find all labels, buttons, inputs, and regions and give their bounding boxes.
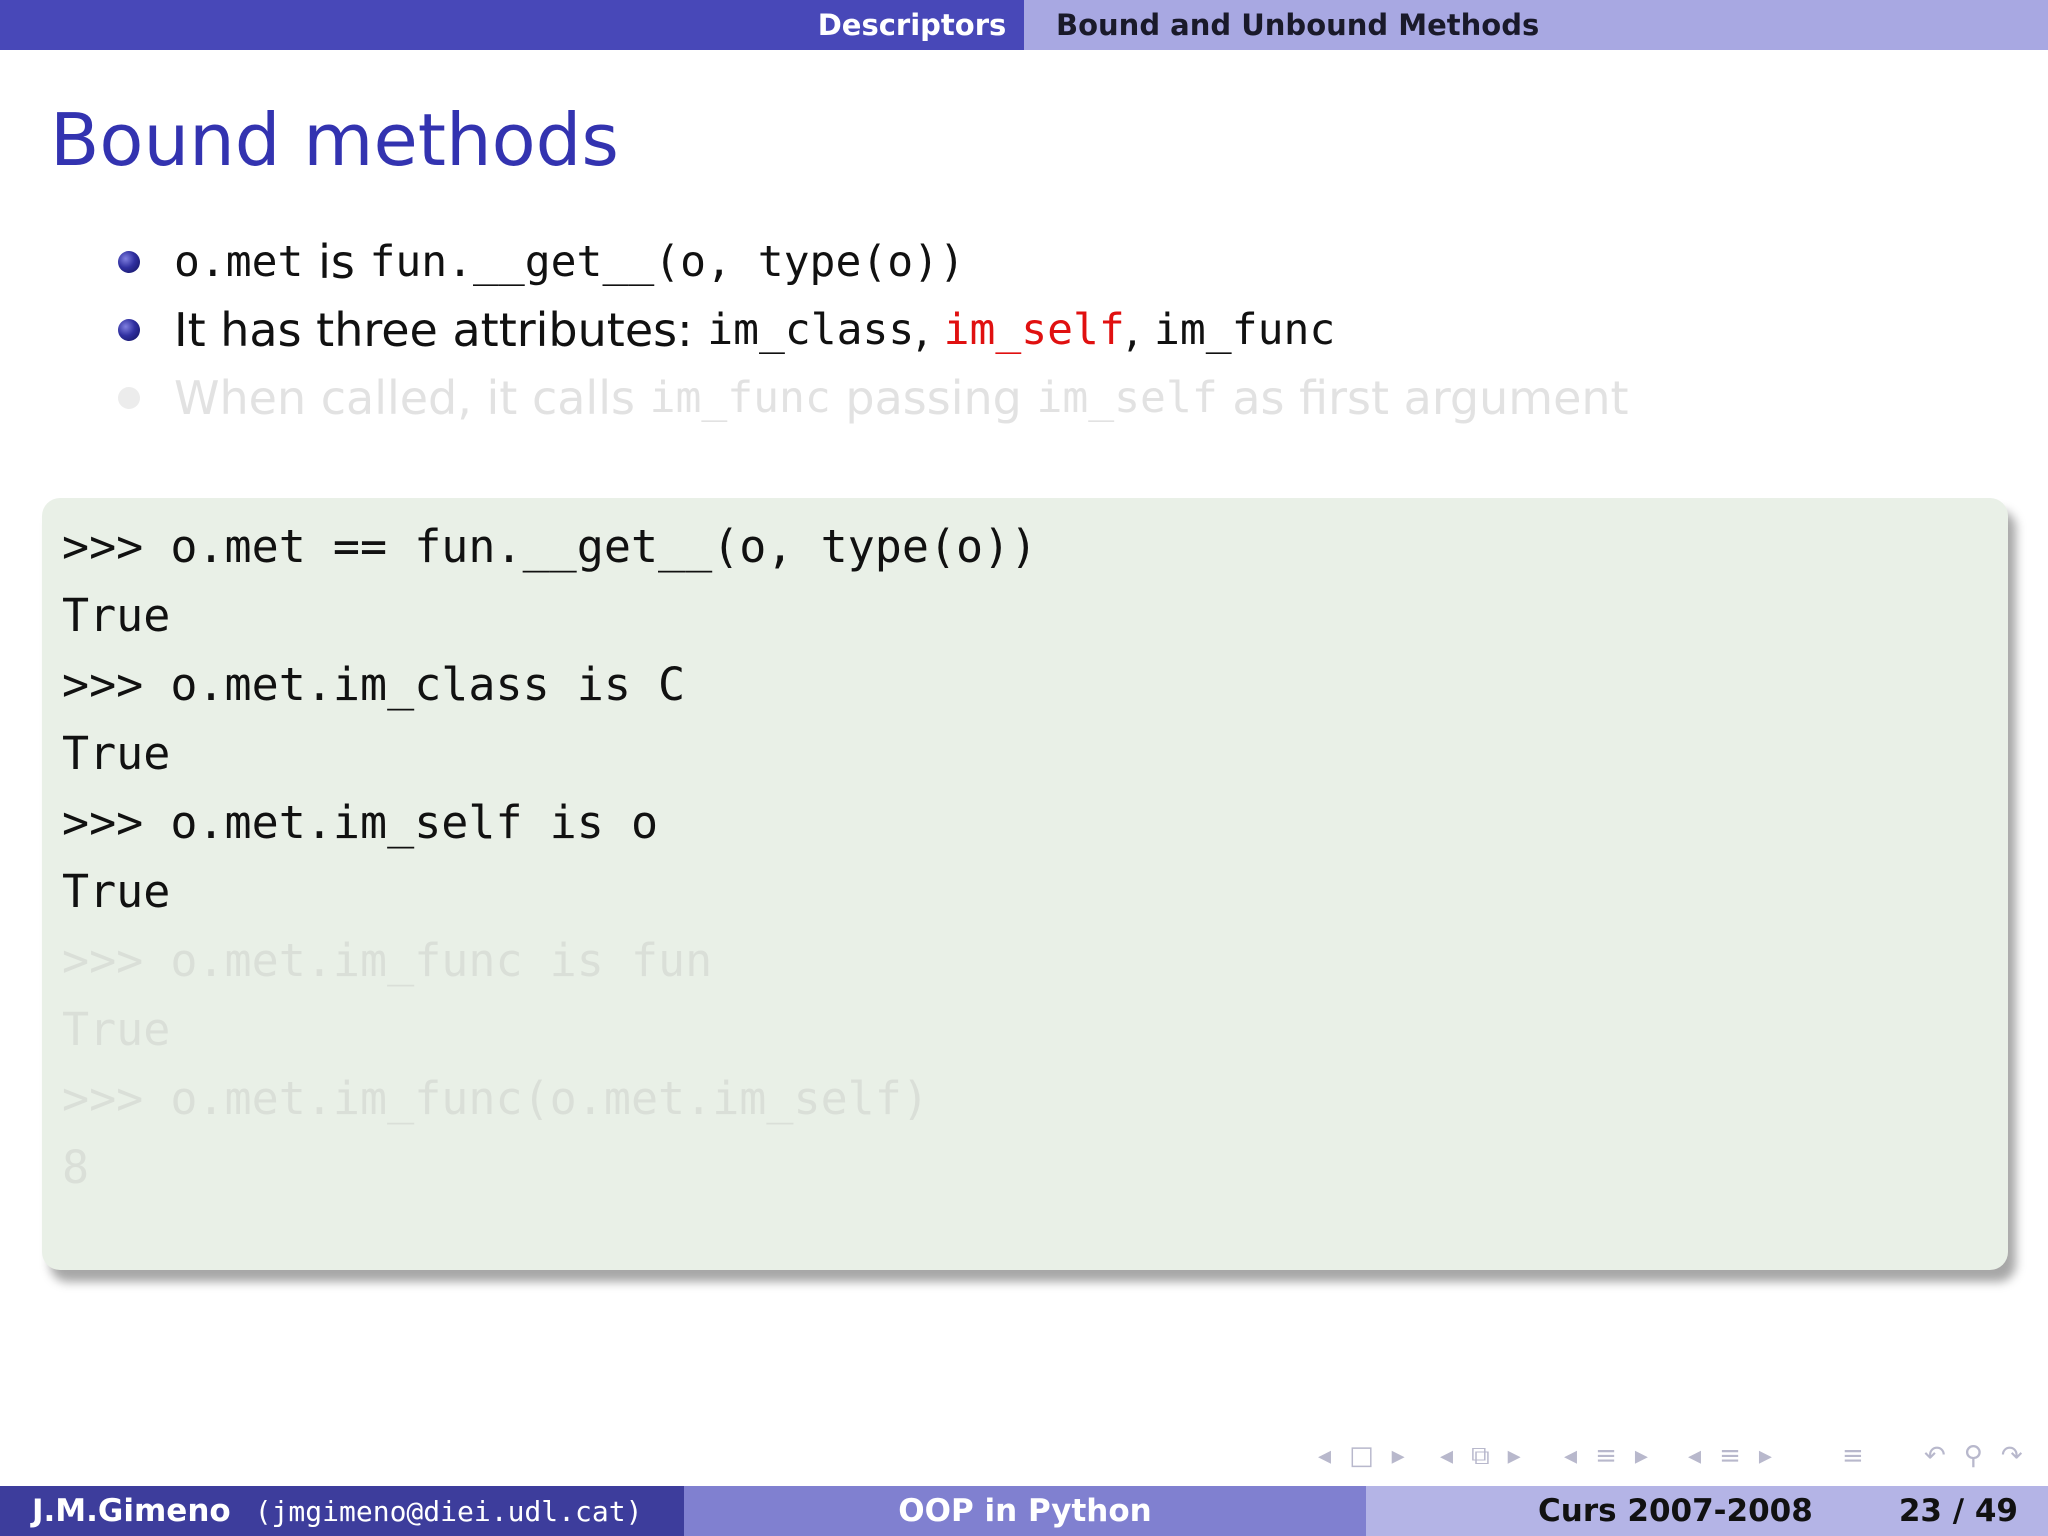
code-line: True [62, 1003, 171, 1056]
nav-section-group: ◂ ≡ ▸ [1564, 1438, 1648, 1474]
code-lines: >>> o.met == fun.__get__(o, type(o)) Tru… [62, 512, 1037, 1202]
bullet-icon [118, 319, 140, 341]
nav-subsection-next-icon[interactable]: ▸ [1508, 1441, 1521, 1471]
bullet-separator: , [1124, 303, 1155, 357]
nav-subsection-group: ◂ ⧉ ▸ [1440, 1438, 1521, 1474]
footer-author-block: J.M.Gimeno (jmgimeno@diei.udl.cat) [0, 1486, 684, 1536]
bullet-code: o.met [174, 237, 304, 287]
code-block: >>> o.met == fun.__get__(o, type(o)) Tru… [42, 498, 2008, 1270]
nav-frame-next-icon[interactable]: ▸ [1392, 1441, 1405, 1471]
code-line: True [62, 865, 171, 918]
nav-section-prev-icon[interactable]: ◂ [1564, 1441, 1577, 1471]
bullet-text: as first argument [1217, 371, 1629, 425]
code-line: True [62, 589, 171, 642]
bullet-code: fun.__get__(o, type(o)) [369, 237, 965, 287]
nav-align-group: ≡ [1842, 1438, 1864, 1474]
header-spacer [0, 0, 800, 50]
bullet-separator: , [914, 303, 944, 357]
bullet-item: It has three attributes: im_class, im_se… [118, 296, 1629, 364]
header-subsection-link[interactable]: Bound and Unbound Methods [1024, 0, 2048, 50]
nav-redo-icon[interactable]: ↷ [2001, 1441, 2023, 1471]
bullet-text: When called, it calls [174, 371, 650, 425]
attr-im-func: im_func [1154, 305, 1336, 355]
footer-page-number: 23 / 49 [1898, 1493, 2018, 1529]
bullet-code: im_func [649, 373, 831, 423]
nav-align-icon[interactable]: ≡ [1842, 1441, 1864, 1471]
attr-im-class: im_class [707, 305, 915, 355]
header-section-link[interactable]: Descriptors [800, 0, 1024, 50]
nav-slide-prev-icon[interactable]: ◂ [1688, 1441, 1701, 1471]
header-bar: Descriptors Bound and Unbound Methods [0, 0, 2048, 50]
nav-subsection-icon[interactable]: ⧉ [1471, 1441, 1490, 1472]
bullet-list: o.met is fun.__get__(o, type(o)) It has … [118, 228, 1629, 432]
nav-undo-icon[interactable]: ↶ [1924, 1441, 1946, 1471]
bullet-code: im_self [1036, 373, 1218, 423]
nav-subsection-prev-icon[interactable]: ◂ [1440, 1441, 1453, 1471]
nav-section-next-icon[interactable]: ▸ [1635, 1441, 1648, 1471]
nav-frame-prev-icon[interactable]: ◂ [1318, 1441, 1331, 1471]
code-line: >>> o.met.im_func(o.met.im_self) [62, 1072, 929, 1125]
code-line: >>> o.met.im_class is C [62, 658, 686, 711]
slide-title: Bound methods [50, 98, 619, 182]
bullet-icon [118, 387, 140, 409]
bullet-text: passing [830, 371, 1037, 425]
code-line: >>> o.met == fun.__get__(o, type(o)) [62, 520, 1038, 573]
footer-email: (jmgimeno@diei.udl.cat) [254, 1494, 643, 1528]
code-line: True [62, 727, 171, 780]
footer-bar: J.M.Gimeno (jmgimeno@diei.udl.cat) OOP i… [0, 1486, 2048, 1536]
bullet-text: It has three attributes: [174, 303, 708, 357]
nav-frame-group: ◂ □ ▸ [1318, 1438, 1405, 1474]
footer-info-block: Curs 2007-2008 23 / 49 [1366, 1486, 2048, 1536]
bullet-item: When called, it calls im_func passing im… [118, 364, 1629, 432]
footer-author: J.M.Gimeno [32, 1493, 231, 1529]
nav-search-icon[interactable]: ⚲ [1964, 1441, 1983, 1471]
nav-frame-icon[interactable]: □ [1349, 1441, 1374, 1471]
nav-slide-next-icon[interactable]: ▸ [1759, 1441, 1772, 1471]
bullet-icon [118, 251, 140, 273]
nav-search-group: ↶ ⚲ ↷ [1924, 1438, 2023, 1474]
nav-section-icon[interactable]: ≡ [1595, 1441, 1617, 1471]
nav-slide-group: ◂ ≡ ▸ [1688, 1438, 1772, 1474]
code-line: >>> o.met.im_func is fun [62, 934, 713, 987]
bullet-text: is [303, 235, 370, 289]
footer-course: Curs 2007-2008 [1538, 1493, 1813, 1529]
code-line: >>> o.met.im_self is o [62, 796, 659, 849]
attr-im-self: im_self [943, 305, 1125, 355]
footer-title: OOP in Python [684, 1486, 1366, 1536]
code-line: 8 [62, 1141, 90, 1194]
nav-slide-icon[interactable]: ≡ [1719, 1441, 1741, 1471]
bullet-item: o.met is fun.__get__(o, type(o)) [118, 228, 1629, 296]
